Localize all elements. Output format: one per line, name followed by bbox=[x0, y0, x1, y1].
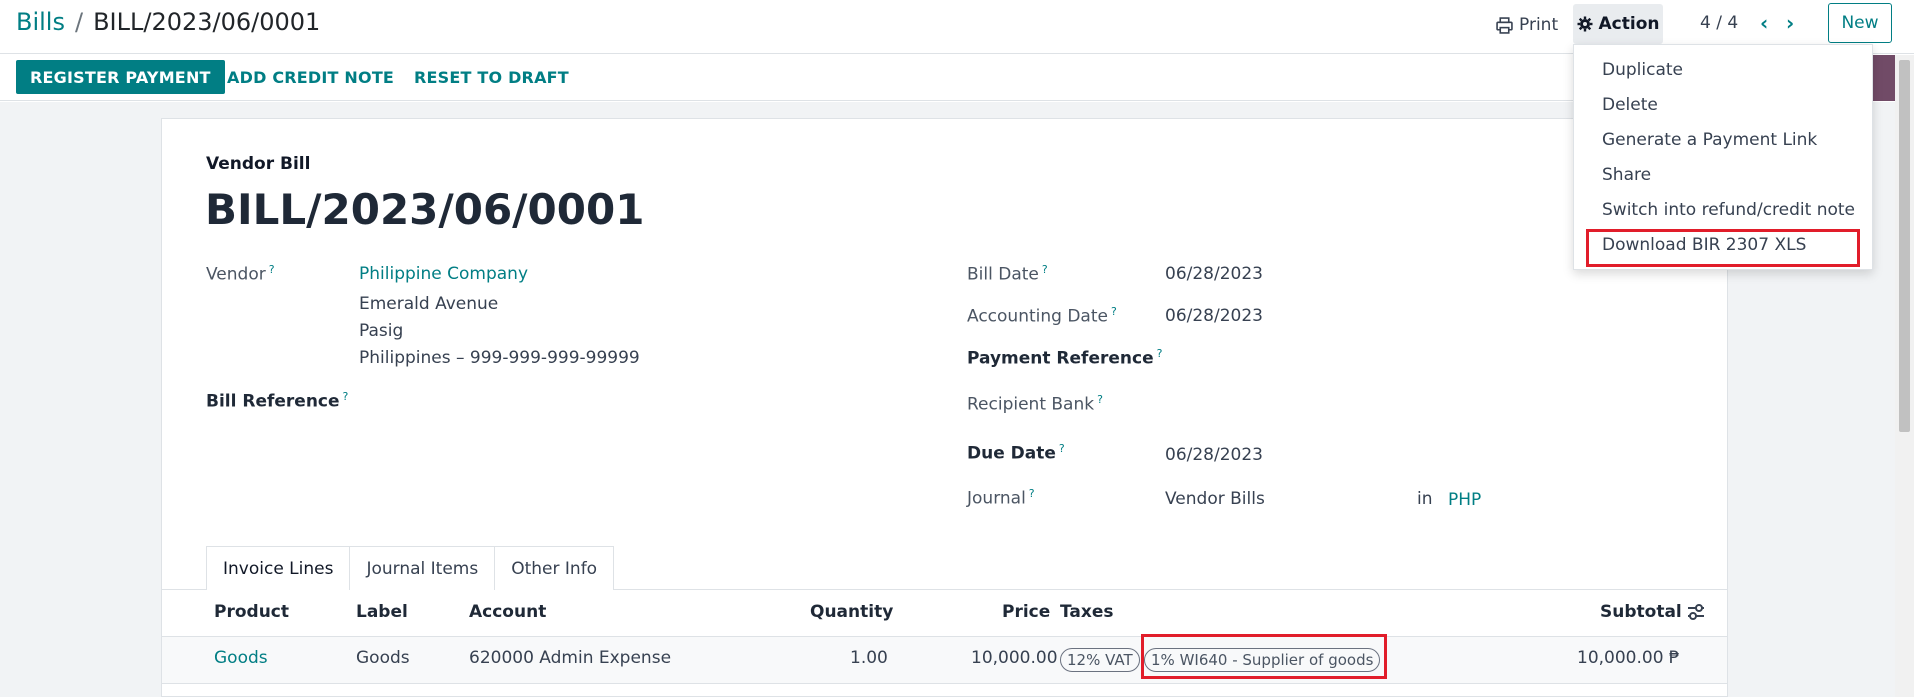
document-title: BILL/2023/06/0001 bbox=[205, 185, 645, 234]
chevron-left-icon[interactable]: ‹ bbox=[1754, 11, 1774, 35]
action-label: Action bbox=[1598, 14, 1660, 34]
column-header-account[interactable]: Account bbox=[469, 602, 546, 622]
bill-date-field[interactable]: 06/28/2023 bbox=[1165, 264, 1263, 284]
menu-item-share[interactable]: Share bbox=[1602, 165, 1651, 185]
cell-label[interactable]: Goods bbox=[356, 648, 410, 668]
breadcrumb-bills-link[interactable]: Bills bbox=[16, 8, 65, 36]
action-dropdown-menu: Duplicate Delete Generate a Payment Link… bbox=[1573, 44, 1873, 270]
document-type: Vendor Bill bbox=[206, 154, 311, 174]
pager-value[interactable]: 4 / 4 bbox=[1700, 13, 1738, 33]
table-row-divider bbox=[162, 683, 1727, 684]
brand-strip bbox=[1873, 55, 1895, 101]
tax-tag-vat[interactable]: 12% VAT bbox=[1060, 648, 1140, 672]
due-date-label: Due Date? bbox=[967, 442, 1065, 464]
journal-currency-in: in bbox=[1417, 489, 1433, 509]
recipient-bank-label: Recipient Bank? bbox=[967, 393, 1103, 415]
column-header-taxes[interactable]: Taxes bbox=[1060, 602, 1114, 622]
vendor-field[interactable]: Philippine Company bbox=[359, 264, 528, 284]
print-label: Print bbox=[1519, 15, 1559, 35]
action-button[interactable]: Action bbox=[1573, 4, 1663, 44]
help-tooltip-icon[interactable]: ? bbox=[269, 263, 275, 276]
menu-item-duplicate[interactable]: Duplicate bbox=[1602, 60, 1683, 80]
vendor-label: Vendor? bbox=[206, 263, 275, 285]
accounting-date-label: Accounting Date? bbox=[967, 305, 1117, 327]
bill-date-label: Bill Date? bbox=[967, 263, 1048, 285]
journal-field[interactable]: Vendor Bills bbox=[1165, 489, 1265, 509]
notebook-tabs: Invoice Lines Journal Items Other Info bbox=[206, 546, 615, 590]
cell-subtotal: 10,000.00 ₱ bbox=[1577, 648, 1680, 668]
menu-item-delete[interactable]: Delete bbox=[1602, 95, 1658, 115]
tab-invoice-lines[interactable]: Invoice Lines bbox=[206, 546, 351, 590]
due-date-field[interactable]: 06/28/2023 bbox=[1165, 445, 1263, 465]
new-button[interactable]: New bbox=[1828, 3, 1892, 43]
breadcrumb-separator: / bbox=[74, 8, 84, 36]
help-tooltip-icon[interactable]: ? bbox=[343, 390, 349, 403]
payment-reference-label: Payment Reference? bbox=[967, 347, 1163, 369]
add-credit-note-button[interactable]: ADD CREDIT NOTE bbox=[227, 60, 394, 94]
cell-account[interactable]: 620000 Admin Expense bbox=[469, 648, 671, 668]
column-header-product[interactable]: Product bbox=[214, 602, 289, 622]
help-tooltip-icon[interactable]: ? bbox=[1042, 263, 1048, 276]
column-header-price[interactable]: Price bbox=[1002, 602, 1050, 622]
highlight-box-withholding-tax bbox=[1141, 634, 1387, 679]
register-payment-button[interactable]: REGISTER PAYMENT bbox=[16, 60, 225, 94]
vendor-address-street: Emerald Avenue bbox=[359, 294, 499, 314]
chevron-right-icon[interactable]: › bbox=[1780, 11, 1800, 35]
bill-reference-label: Bill Reference? bbox=[206, 390, 349, 412]
vendor-address-country: Philippines – 999-999-999-99999 bbox=[359, 348, 640, 368]
journal-label: Journal? bbox=[967, 487, 1035, 509]
column-header-subtotal[interactable]: Subtotal bbox=[1600, 602, 1682, 622]
cell-product[interactable]: Goods bbox=[214, 648, 268, 668]
print-button[interactable]: Print bbox=[1496, 10, 1558, 40]
column-header-label[interactable]: Label bbox=[356, 602, 408, 622]
pager: 4 / 4 ‹ › bbox=[1700, 10, 1800, 36]
sliders-icon[interactable] bbox=[1686, 602, 1706, 622]
reset-to-draft-button[interactable]: RESET TO DRAFT bbox=[414, 60, 569, 94]
vendor-address-city: Pasig bbox=[359, 321, 404, 341]
help-tooltip-icon[interactable]: ? bbox=[1097, 393, 1103, 406]
scrollbar-thumb[interactable] bbox=[1899, 60, 1910, 432]
accounting-date-field[interactable]: 06/28/2023 bbox=[1165, 306, 1263, 326]
tab-other-info[interactable]: Other Info bbox=[495, 546, 615, 590]
breadcrumb: Bills / BILL/2023/06/0001 bbox=[16, 8, 320, 36]
breadcrumb-current: BILL/2023/06/0001 bbox=[93, 8, 321, 36]
help-tooltip-icon[interactable]: ? bbox=[1029, 487, 1035, 500]
cell-price[interactable]: 10,000.00 bbox=[971, 648, 1058, 668]
cell-quantity[interactable]: 1.00 bbox=[850, 648, 888, 668]
gear-icon bbox=[1577, 16, 1592, 32]
help-tooltip-icon[interactable]: ? bbox=[1157, 347, 1163, 360]
help-tooltip-icon[interactable]: ? bbox=[1111, 305, 1117, 318]
print-icon bbox=[1496, 16, 1513, 34]
currency-field[interactable]: PHP bbox=[1448, 490, 1481, 510]
tab-journal-items[interactable]: Journal Items bbox=[350, 546, 496, 590]
highlight-box-download-bir bbox=[1586, 229, 1860, 267]
help-tooltip-icon[interactable]: ? bbox=[1059, 442, 1065, 455]
menu-item-switch-refund[interactable]: Switch into refund/credit note bbox=[1602, 200, 1855, 220]
column-header-quantity[interactable]: Quantity bbox=[810, 602, 893, 622]
menu-item-generate-payment-link[interactable]: Generate a Payment Link bbox=[1602, 130, 1817, 150]
